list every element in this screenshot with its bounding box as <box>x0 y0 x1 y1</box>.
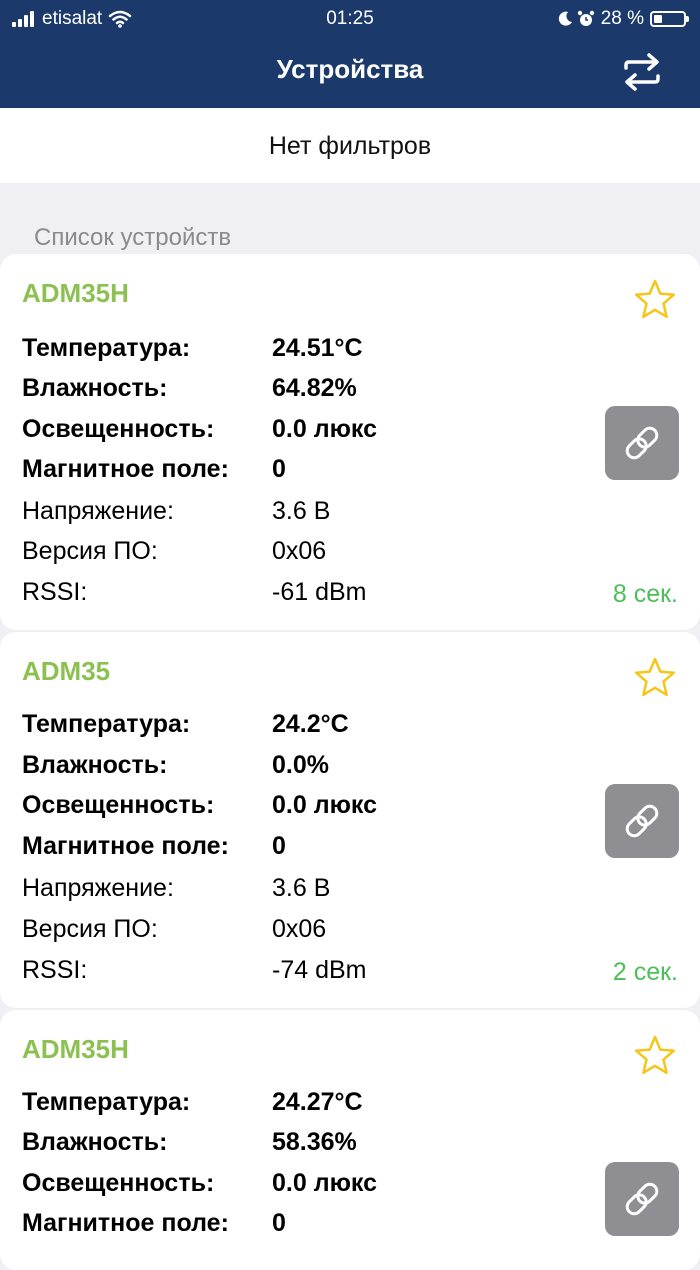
row-label: Напряжение: <box>22 497 174 525</box>
row-value: 0 <box>272 832 286 860</box>
connect-button[interactable] <box>605 784 679 858</box>
moon-icon <box>558 11 572 26</box>
row-value: 0x06 <box>272 537 327 565</box>
filter-label: Нет фильтров <box>268 132 432 160</box>
row-label: Напряжение: <box>22 874 174 902</box>
link-icon <box>625 426 659 460</box>
star-outline-icon[interactable] <box>634 278 676 320</box>
row-label: Температура: <box>22 1088 191 1116</box>
row-label: Освещенность: <box>22 1169 215 1197</box>
row-value: 24.27°C <box>272 1088 363 1116</box>
row-value: -74 dBm <box>272 956 367 984</box>
row-value: 0 <box>272 455 286 483</box>
device-name: ADM35 <box>22 656 111 686</box>
star-outline-icon[interactable] <box>634 656 676 698</box>
connect-button[interactable] <box>605 1162 679 1236</box>
row-value: 0.0 люкс <box>272 791 378 819</box>
row-label: Магнитное поле: <box>22 832 229 860</box>
row-value: 0.0% <box>272 751 329 779</box>
last-seen: 8 сек. <box>612 580 678 608</box>
row-label: Освещенность: <box>22 791 215 819</box>
status-right: 28 % <box>557 8 689 30</box>
row-label: Температура: <box>22 334 191 362</box>
device-card[interactable]: ADM35 Температура: 24.2°C Влажность: 0.0% … <box>0 632 700 1008</box>
status-bar: etisalat 01:25 28 % <box>0 0 700 38</box>
battery-percent: 28 % <box>600 8 644 29</box>
row-label: Освещенность: <box>22 415 215 443</box>
device-name: ADM35H <box>22 1034 129 1064</box>
battery-icon <box>650 11 689 27</box>
section-title: Список устройств <box>34 224 232 251</box>
row-label: Влажность: <box>22 751 168 779</box>
row-label: Версия ПО: <box>22 537 158 565</box>
row-label: Магнитное поле: <box>22 1209 229 1237</box>
row-value: 0.0 люкс <box>272 415 378 443</box>
swap-arrows-icon[interactable] <box>620 50 664 94</box>
row-value: 3.6 В <box>272 874 331 902</box>
row-value: 58.36% <box>272 1128 357 1156</box>
device-name: ADM35H <box>22 278 129 308</box>
battery-level <box>654 15 662 23</box>
row-value: 0 <box>272 1209 286 1237</box>
row-value: 3.6 В <box>272 497 331 525</box>
row-value: 64.82% <box>272 374 357 402</box>
filter-bar[interactable]: Нет фильтров <box>0 108 700 183</box>
navigation-header: etisalat 01:25 28 % Устройства <box>0 0 700 108</box>
row-label: Температура: <box>22 710 191 738</box>
device-card[interactable]: ADM35H Температура: 24.51°C Влажность: 64.… <box>0 254 700 630</box>
row-value: 0.0 люкс <box>272 1169 378 1197</box>
device-card[interactable]: ADM35H Температура: 24.27°C Влажность: 58.… <box>0 1010 700 1270</box>
row-value: 0x06 <box>272 915 327 943</box>
link-icon <box>625 1182 659 1216</box>
row-label: Влажность: <box>22 374 168 402</box>
row-value: 24.2°C <box>272 710 349 738</box>
row-label: Версия ПО: <box>22 915 158 943</box>
page-title: Устройства <box>276 54 424 84</box>
row-value: -61 dBm <box>272 578 367 606</box>
row-label: RSSI: <box>22 578 88 606</box>
connect-button[interactable] <box>605 406 679 480</box>
link-icon <box>625 804 659 838</box>
row-label: Магнитное поле: <box>22 455 229 483</box>
last-seen: 2 сек. <box>612 958 678 986</box>
alarm-icon <box>577 10 594 26</box>
star-outline-icon[interactable] <box>634 1034 676 1076</box>
row-value: 24.51°C <box>272 334 363 362</box>
row-label: RSSI: <box>22 956 88 984</box>
row-label: Влажность: <box>22 1128 168 1156</box>
